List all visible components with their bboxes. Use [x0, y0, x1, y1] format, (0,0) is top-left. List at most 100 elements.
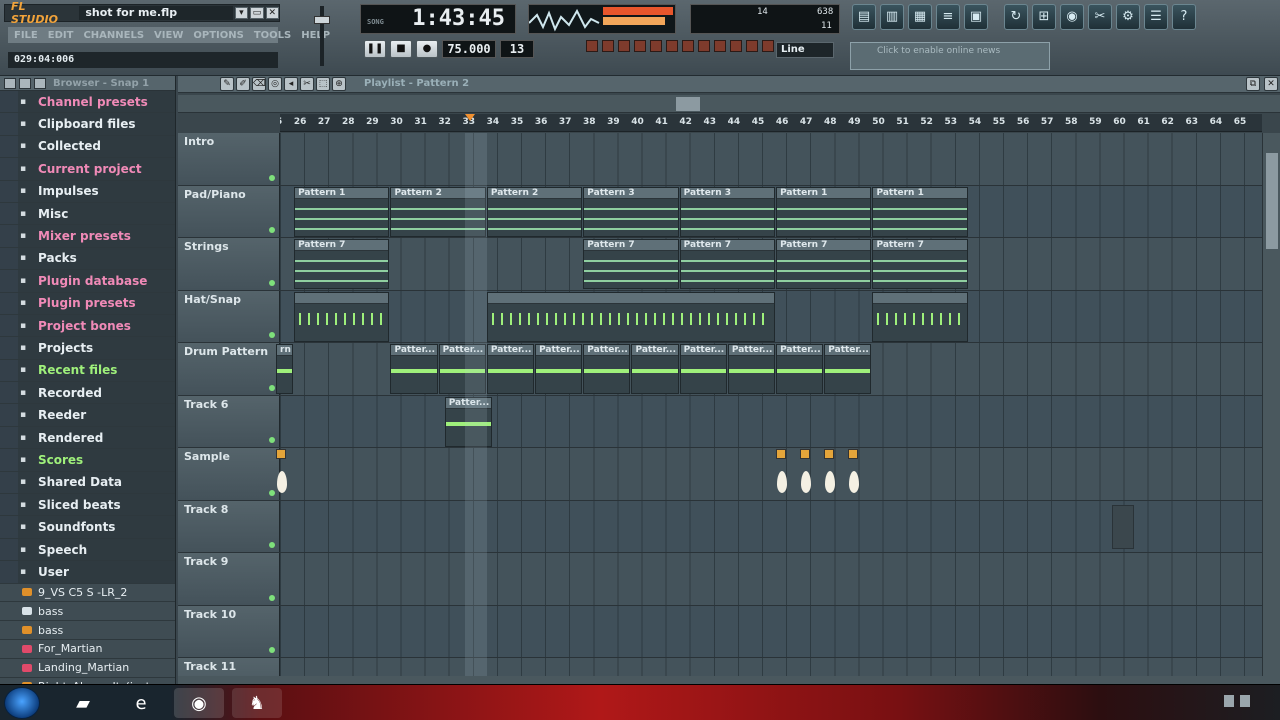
- track-grid[interactable]: [280, 395, 1262, 447]
- pattern-clip[interactable]: [294, 291, 390, 342]
- close-playlist-icon[interactable]: ✕: [1264, 77, 1278, 91]
- notes-icon[interactable]: ☰: [1144, 4, 1168, 30]
- pattern-clip[interactable]: Pattern 1: [872, 186, 968, 237]
- network-icon[interactable]: [1224, 695, 1234, 707]
- pattern-clip[interactable]: Patter...: [438, 344, 486, 394]
- browser-folder[interactable]: ▪ Shared Data: [0, 471, 175, 495]
- track-enable-led[interactable]: [269, 332, 275, 338]
- cut-icon[interactable]: ✂: [1088, 4, 1112, 30]
- pattern-clip[interactable]: Patter...: [535, 344, 583, 394]
- browser-folder[interactable]: ▪ Soundfonts: [0, 516, 175, 539]
- browser-folder[interactable]: ▪ Clipboard files: [0, 113, 175, 136]
- track-header[interactable]: Pad/Piano: [178, 185, 280, 237]
- sample-clip-handle[interactable]: [276, 449, 286, 459]
- track-header[interactable]: Intro: [178, 133, 280, 185]
- tool-button[interactable]: [682, 40, 694, 52]
- menu-tools[interactable]: TOOLS: [254, 30, 291, 41]
- pattern-clip[interactable]: Patter...: [583, 344, 631, 394]
- tool-button[interactable]: [586, 40, 598, 52]
- menu-view[interactable]: VIEW: [154, 30, 183, 41]
- pattern-clip[interactable]: Pattern 3: [583, 186, 679, 237]
- browser-menu-icon[interactable]: [4, 77, 16, 89]
- pattern-clip[interactable]: Patter...: [390, 344, 438, 394]
- tool-button[interactable]: [714, 40, 726, 52]
- tool-button[interactable]: [618, 40, 630, 52]
- track-header[interactable]: Strings: [178, 238, 280, 290]
- browser-folder[interactable]: ▪ Recent files: [0, 359, 175, 383]
- browser-file[interactable]: For_Martian: [0, 639, 175, 659]
- track-header[interactable]: Track 8: [178, 500, 280, 552]
- mixer-icon[interactable]: ≡: [936, 4, 960, 30]
- menu-edit[interactable]: EDIT: [48, 30, 74, 41]
- pause-button[interactable]: ❚❚: [364, 40, 386, 58]
- track-area[interactable]: Intro Pad/Piano Strings Hat/Snap Drum Patter…: [178, 133, 1262, 676]
- track-grid[interactable]: [280, 605, 1262, 657]
- browser-folder[interactable]: ▪ Collected: [0, 135, 175, 159]
- track-header[interactable]: Track 11: [178, 658, 280, 676]
- sample-clip[interactable]: [800, 449, 812, 499]
- pattern-selector[interactable]: 13: [500, 40, 534, 58]
- browser-folder[interactable]: ▪ Mixer presets: [0, 225, 175, 248]
- browser-icon[interactable]: ▣: [964, 4, 988, 30]
- browser-folder[interactable]: ▪ Misc: [0, 202, 175, 226]
- track-grid[interactable]: [280, 658, 1262, 676]
- pattern-clip[interactable]: Patter...: [727, 344, 776, 394]
- minimize-button[interactable]: ▾: [234, 7, 249, 19]
- browser-file[interactable]: Landing_Martian: [0, 658, 175, 678]
- track-header[interactable]: Track 9: [178, 553, 280, 605]
- track-enable-led[interactable]: [269, 542, 275, 548]
- playlist-vertical-scroll[interactable]: [1262, 133, 1280, 676]
- tool-button[interactable]: [698, 40, 710, 52]
- pattern-clip[interactable]: [486, 291, 776, 342]
- zoom-tool-icon[interactable]: ⊕: [332, 77, 346, 91]
- mute-tool-icon[interactable]: ◎: [268, 77, 282, 91]
- pattern-clip[interactable]: Patter...: [444, 396, 492, 447]
- pattern-clip[interactable]: Pattern 1: [294, 186, 390, 237]
- pattern-clip[interactable]: Pattern 2: [390, 186, 486, 237]
- sample-clip[interactable]: [776, 449, 788, 499]
- pattern-clip[interactable]: Pattern 7: [294, 239, 390, 289]
- browser-file[interactable]: bass: [0, 602, 175, 622]
- track-enable-led[interactable]: [269, 384, 275, 391]
- track-enable-led[interactable]: [269, 174, 275, 181]
- empty-clip-placeholder[interactable]: [1112, 504, 1134, 549]
- tools-icon[interactable]: ⚙: [1116, 4, 1140, 30]
- oscilloscope-monitor[interactable]: [528, 4, 676, 34]
- sample-clip-handle[interactable]: [848, 449, 859, 459]
- song-position-clock[interactable]: SONG 1:43:45: [360, 4, 516, 34]
- track-enable-led[interactable]: [269, 489, 275, 496]
- tool-button[interactable]: [602, 40, 614, 52]
- browser-folder[interactable]: ▪ Impulses: [0, 180, 175, 203]
- sample-clip-handle[interactable]: [776, 449, 787, 459]
- menu-channels[interactable]: CHANNELS: [83, 30, 144, 41]
- sample-clip[interactable]: [824, 449, 836, 499]
- browser-folder[interactable]: ▪ Current project: [0, 158, 175, 181]
- track-enable-led[interactable]: [269, 647, 275, 653]
- tool-button[interactable]: [634, 40, 646, 52]
- fl-studio-icon[interactable]: ◉: [174, 688, 224, 718]
- tool-button[interactable]: [762, 40, 774, 52]
- snap-mode-select[interactable]: Line: [776, 42, 834, 58]
- online-news-panel[interactable]: Click to enable online news: [850, 42, 1050, 70]
- browser-folder[interactable]: ▪ Sliced beats: [0, 494, 175, 517]
- scroll-thumb[interactable]: [1266, 153, 1278, 249]
- tool-button[interactable]: [666, 40, 678, 52]
- browser-folder[interactable]: ▪ Scores: [0, 449, 175, 472]
- track-grid[interactable]: [280, 448, 1262, 500]
- ie-icon[interactable]: e: [116, 688, 166, 718]
- browser-folder[interactable]: ▪ Rendered: [0, 426, 175, 450]
- slice-tool-icon[interactable]: ✂: [300, 77, 314, 91]
- tool-button[interactable]: [730, 40, 742, 52]
- menu-file[interactable]: FILE: [14, 30, 38, 41]
- pattern-clip[interactable]: Patter...: [631, 344, 679, 394]
- pencil-tool-icon[interactable]: ✎: [220, 77, 234, 91]
- playlist-horizontal-scroll[interactable]: [178, 95, 1280, 113]
- maximize-button[interactable]: ▭: [250, 7, 264, 19]
- channel-rack-icon[interactable]: ▦: [908, 4, 932, 30]
- browser-folder[interactable]: ▪ Speech: [0, 538, 175, 562]
- pattern-clip[interactable]: Pattern 3: [679, 186, 776, 237]
- pattern-clip[interactable]: Pattern 7: [872, 239, 968, 289]
- slip-tool-icon[interactable]: ◂: [284, 77, 298, 91]
- track-header[interactable]: Hat/Snap: [178, 290, 280, 342]
- pattern-clip[interactable]: Pattern 1: [776, 186, 872, 237]
